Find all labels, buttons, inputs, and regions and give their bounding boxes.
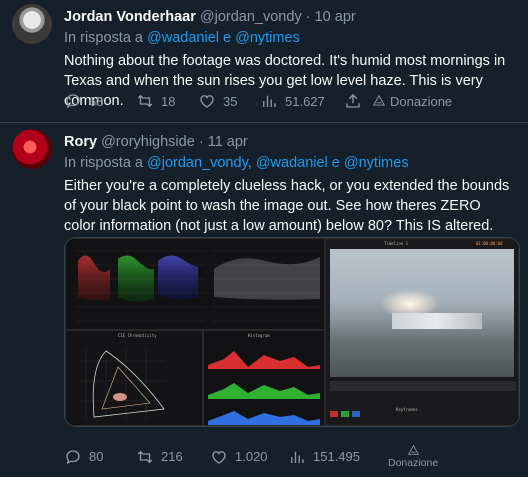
waveform-scope [65,238,325,330]
like-count: 35 [223,93,238,109]
playback-controls [330,411,390,419]
viewer-panel: Timeline 1 01:00:00:00 Keyframes [325,238,519,426]
avatar[interactable] [12,4,52,44]
views-button[interactable]: 151.495 [288,448,380,466]
reply-mention[interactable]: @wadaniel e @nytimes [147,30,300,46]
reply-count: 68 [89,93,104,109]
views-button[interactable]: 51.627 [260,92,344,110]
video-frame [330,249,514,377]
donate-label: Donazione [390,93,453,109]
author-name[interactable]: Rory [64,134,97,150]
tweet-jordan[interactable]: Jordan Vonderhaar @jordan_vondy · 10 apr… [0,0,528,122]
reply-icon [66,449,80,464]
separator-dot: · [198,134,204,150]
retweet-count: 216 [161,449,183,464]
like-button[interactable]: 35 [198,92,260,110]
reply-context: In risposta a @jordan_vondy, @wadaniel e… [64,154,516,173]
node-label: Keyframes [396,407,418,412]
retweet-count: 18 [161,93,176,109]
views-icon [263,95,276,107]
donate-button[interactable]: Donazione [388,444,438,469]
attached-image[interactable]: CIE Chromaticity Histogram Timeline 1 01… [64,237,520,427]
timeline-label: Timeline 1 [384,241,409,246]
like-icon [200,95,214,108]
reply-button[interactable]: 80 [64,448,136,466]
donate-icon [372,94,386,106]
reply-count: 80 [89,449,104,464]
action-bar: 80 216 1.020 151.495 Donazione [64,444,438,469]
reply-icon [66,94,80,109]
histogram-scope: Histogram [203,330,325,426]
reply-button[interactable]: 68 [64,92,136,110]
timestamp[interactable]: 10 apr [315,9,356,25]
reply-context: In risposta a @wadaniel e @nytimes [64,29,516,48]
views-count: 151.495 [313,449,360,464]
tweet-text: Either you're a completely clueless hack… [64,178,510,234]
author-handle[interactable]: @jordan_vondy [200,9,302,25]
share-button[interactable] [344,92,372,110]
retweet-icon [137,94,153,108]
like-button[interactable]: 1.020 [210,448,288,466]
waveform-graphic [76,250,321,322]
separator-dot: · [305,9,311,25]
views-count: 51.627 [285,93,325,109]
share-icon [346,94,360,108]
chromaticity-graphic [80,347,166,421]
retweet-button[interactable]: 18 [136,92,198,110]
donate-label: Donazione [388,457,439,469]
reply-mention-2[interactable]: @wadaniel e @nytimes [256,155,409,171]
reply-prefix: In risposta a [64,155,143,171]
views-icon [291,451,304,463]
like-count: 1.020 [235,449,268,464]
like-icon [212,450,226,464]
tweet-header: Rory @roryhighside · 11 apr [64,133,516,152]
timecode: 01:00:00:00 [476,241,503,246]
retweet-icon [137,450,153,463]
reply-comma: , [247,155,252,171]
reply-prefix: In risposta a [64,30,143,46]
avatar[interactable] [12,129,52,169]
author-name[interactable]: Jordan Vonderhaar [64,9,196,25]
donate-icon [407,444,419,455]
timeline-strip [330,381,516,391]
chromaticity-scope: CIE Chromaticity [65,330,203,426]
action-bar: 68 18 35 51.627 Donazione [64,92,452,110]
reply-mention-1[interactable]: @jordan_vondy [147,155,248,171]
factory-silhouette [392,313,482,329]
histogram-graphic [208,351,320,425]
retweet-button[interactable]: 216 [136,448,210,466]
tweet-header: Jordan Vonderhaar @jordan_vondy · 10 apr [64,8,516,27]
author-handle[interactable]: @roryhighside [101,134,195,150]
donate-button[interactable]: Donazione [372,94,452,109]
timestamp[interactable]: 11 apr [208,134,248,150]
